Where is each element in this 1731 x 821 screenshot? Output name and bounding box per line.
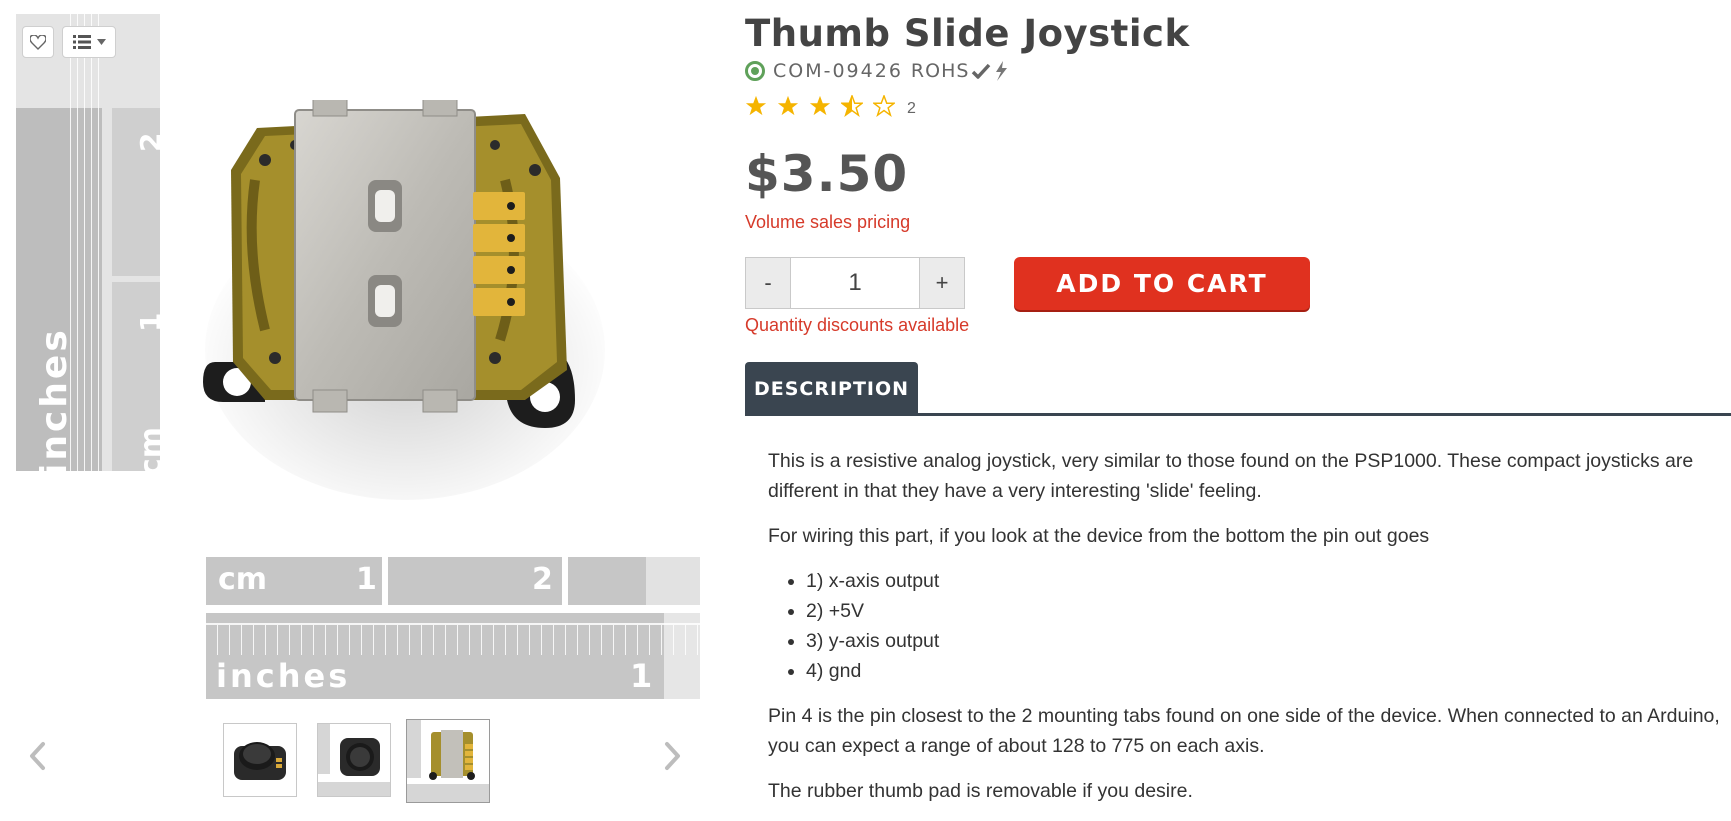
product-gallery: inches cm 2 1 cm 1 2 inches 1	[0, 0, 700, 806]
quantity-increase-button[interactable]: +	[919, 257, 965, 309]
list-item: 2) +5V	[806, 596, 1728, 626]
add-to-list-button[interactable]	[62, 26, 116, 58]
gallery-next-button[interactable]	[658, 738, 688, 774]
caret-down-icon	[96, 39, 106, 45]
ruler-cm-strip	[206, 557, 646, 605]
gallery-thumbnail[interactable]	[317, 723, 391, 797]
ruler-mark-1: 1	[134, 312, 167, 332]
wishlist-button[interactable]	[22, 26, 54, 58]
rating-stars[interactable]: 2	[745, 93, 916, 119]
description-content: This is a resistive analog joystick, ver…	[768, 446, 1728, 821]
list-item: 4) gnd	[806, 656, 1728, 686]
sku-row: COM-09426 ROHS	[745, 58, 1009, 84]
gallery-prev-button[interactable]	[22, 738, 52, 774]
rohs-badge[interactable]: ROHS	[911, 60, 1010, 82]
ruler-fade	[646, 557, 700, 605]
ruler-mark-2: 2	[532, 562, 553, 597]
ruler-mark-2: 2	[134, 132, 167, 152]
ruler-ticks	[206, 623, 700, 655]
add-to-cart-button[interactable]: ADD TO CART	[1014, 257, 1310, 310]
star-full-icon	[777, 95, 799, 116]
product-sku: COM-09426	[773, 60, 903, 82]
star-half-icon	[841, 95, 863, 117]
gallery-thumbnail[interactable]	[223, 723, 297, 797]
ruler-divider	[382, 557, 388, 605]
heart-icon	[30, 34, 46, 50]
ruler-cm-label: cm	[218, 562, 268, 597]
rohs-label: ROHS	[910, 60, 970, 82]
ruler-mark-1: 1	[356, 562, 377, 597]
thumbnail-image	[234, 742, 286, 780]
description-paragraph: Pin 4 is the pin closest to the 2 mounti…	[768, 705, 1720, 757]
tab-description[interactable]: DESCRIPTION	[745, 362, 918, 416]
review-count[interactable]: 2	[907, 100, 916, 118]
ruler-cm-strip	[112, 108, 160, 471]
ruler-cm-label: cm	[134, 426, 169, 476]
stock-status-icon	[745, 61, 765, 81]
quantity-stepper: - 1 +	[745, 257, 971, 309]
product-main-image[interactable]	[195, 100, 625, 500]
pinout-list: 1) x-axis output 2) +5V 3) y-axis output…	[768, 566, 1728, 686]
volume-pricing-link[interactable]: Volume sales pricing	[745, 212, 910, 233]
list-icon	[72, 35, 91, 49]
ruler-divider	[112, 276, 160, 282]
list-item: 1) x-axis output	[806, 566, 1728, 596]
product-price: $3.50	[745, 145, 909, 203]
product-tabs: DESCRIPTION	[745, 362, 1731, 416]
product-title: Thumb Slide Joystick	[745, 12, 1190, 55]
ruler-inches-label: inches	[34, 327, 75, 476]
list-item: 3) y-axis output	[806, 626, 1728, 656]
ruler-inches-label: inches	[216, 657, 351, 695]
quantity-discounts-link[interactable]: Quantity discounts available	[745, 315, 969, 336]
thumbnail-image	[407, 720, 489, 802]
product-info: Thumb Slide Joystick COM-09426 ROHS 2 $3…	[745, 0, 1731, 806]
chevron-right-icon	[665, 742, 680, 770]
ruler-inch-mark-1: 1	[630, 657, 653, 695]
star-empty-icon	[873, 95, 895, 117]
ruler-divider	[562, 557, 568, 605]
quantity-decrease-button[interactable]: -	[745, 257, 791, 309]
checkmark-icon	[972, 63, 991, 79]
star-full-icon	[809, 95, 831, 116]
description-paragraph: This is a resistive analog joystick, ver…	[768, 450, 1694, 502]
description-paragraph: The rubber thumb pad is removable if you…	[768, 780, 1193, 802]
quantity-input[interactable]: 1	[791, 257, 919, 309]
gallery-thumbnail-selected[interactable]	[406, 719, 490, 803]
chevron-left-icon	[30, 742, 45, 770]
description-paragraph: For wiring this part, if you look at the…	[768, 525, 1430, 547]
esd-sensitive-icon	[996, 61, 1008, 81]
horizontal-ruler: cm 1 2 inches 1	[206, 557, 700, 699]
star-full-icon	[745, 95, 767, 116]
vertical-ruler: inches cm 2 1	[16, 14, 169, 476]
thumbnail-image	[318, 724, 390, 796]
